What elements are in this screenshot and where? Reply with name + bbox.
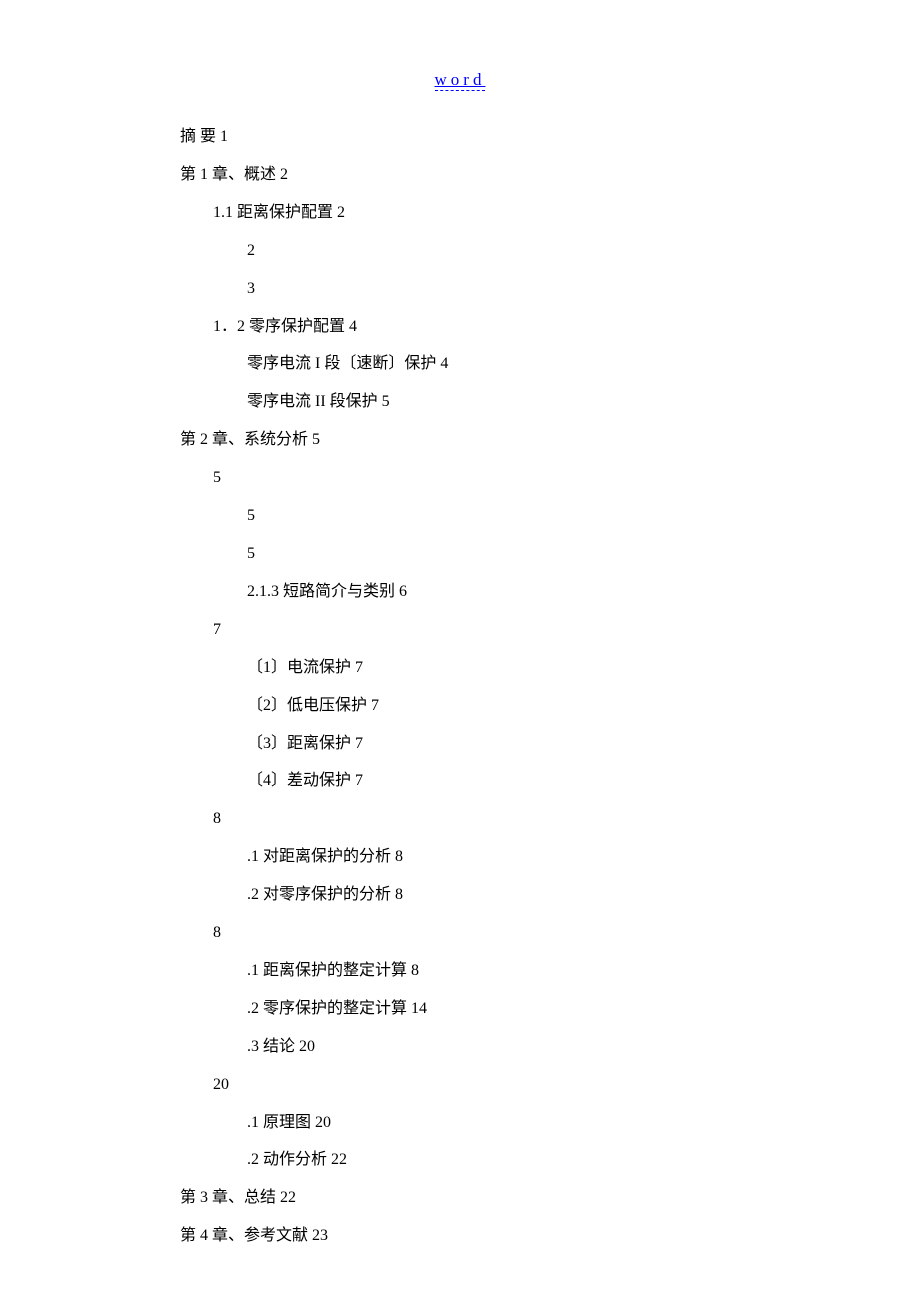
toc-entry: .1 原理图 20 xyxy=(180,1104,780,1142)
toc-entry: 5 xyxy=(180,535,780,573)
toc-entry: 第 2 章、系统分析 5 xyxy=(180,421,780,459)
toc-entry: 5 xyxy=(180,459,780,497)
toc-entry: 第 4 章、参考文献 23 xyxy=(180,1217,780,1255)
toc-entry: 零序电流 I 段〔速断〕保护 4 xyxy=(180,345,780,383)
toc-entry: 5 xyxy=(180,497,780,535)
toc-entry: 摘 要 1 xyxy=(180,118,780,156)
toc-entry: 2 xyxy=(180,232,780,270)
toc-entry: 〔3〕距离保护 7 xyxy=(180,725,780,763)
header-link-container: word xyxy=(0,70,920,90)
toc-entry: 第 1 章、概述 2 xyxy=(180,156,780,194)
toc-entry: 1.1 距离保护配置 2 xyxy=(180,194,780,232)
toc-entry: 2.1.3 短路简介与类别 6 xyxy=(180,573,780,611)
toc-entry: 1．2 零序保护配置 4 xyxy=(180,308,780,346)
word-link[interactable]: word xyxy=(435,70,486,91)
toc-entry: 7 xyxy=(180,611,780,649)
toc-entry: 第 3 章、总结 22 xyxy=(180,1179,780,1217)
toc-entry: 3 xyxy=(180,270,780,308)
toc-entry: .2 动作分析 22 xyxy=(180,1141,780,1179)
toc-entry: 〔1〕电流保护 7 xyxy=(180,649,780,687)
toc-entry: 8 xyxy=(180,800,780,838)
toc-entry: 〔2〕低电压保护 7 xyxy=(180,687,780,725)
toc-entry: 零序电流 II 段保护 5 xyxy=(180,383,780,421)
table-of-contents: 摘 要 1 第 1 章、概述 2 1.1 距离保护配置 2 2 3 1．2 零序… xyxy=(180,118,780,1255)
toc-entry: 20 xyxy=(180,1066,780,1104)
toc-entry: .2 零序保护的整定计算 14 xyxy=(180,990,780,1028)
toc-entry: .2 对零序保护的分析 8 xyxy=(180,876,780,914)
toc-entry: .3 结论 20 xyxy=(180,1028,780,1066)
toc-entry: 〔4〕差动保护 7 xyxy=(180,762,780,800)
toc-entry: .1 对距离保护的分析 8 xyxy=(180,838,780,876)
toc-entry: .1 距离保护的整定计算 8 xyxy=(180,952,780,990)
toc-entry: 8 xyxy=(180,914,780,952)
